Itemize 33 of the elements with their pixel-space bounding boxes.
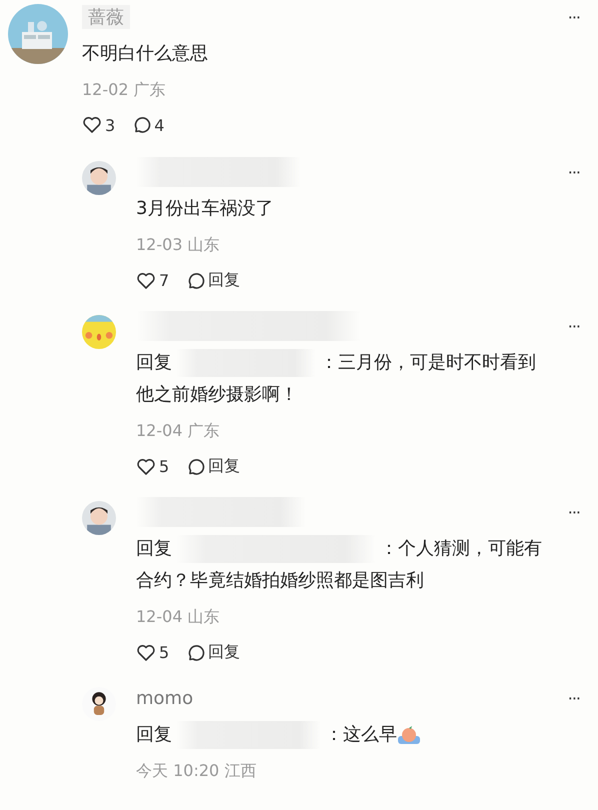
reply-label: 回复	[136, 351, 172, 375]
like-button[interactable]: 3	[82, 115, 116, 135]
heart-icon	[136, 270, 156, 290]
reply-button[interactable]: 回复	[185, 642, 240, 663]
comment-meta: 12-02 广东	[82, 80, 167, 101]
comment-text: 合约？毕竟结婚拍婚纱照都是图吉利	[136, 569, 424, 593]
reply-button[interactable]: 回复	[185, 270, 240, 291]
more-button[interactable]: ···	[568, 502, 580, 522]
comment-text: 不明白什么意思	[82, 42, 209, 66]
more-button[interactable]: ···	[568, 316, 580, 336]
comment-text: 他之前婚纱摄影啊！	[136, 383, 298, 407]
comment-text: ：三月份，可是时不时看到	[320, 351, 536, 375]
comment-text: ：这么早	[325, 723, 397, 747]
more-button[interactable]: ···	[568, 162, 580, 182]
heart-icon	[136, 642, 156, 662]
reply-label: 回复	[136, 723, 172, 747]
comment-text: ：个人猜测，可能有	[380, 537, 542, 561]
user-name[interactable]: momo	[136, 688, 194, 708]
comment-meta: 12-04 山东	[136, 607, 221, 628]
like-button[interactable]: 7	[136, 270, 170, 291]
comment-meta: 12-04 广东	[136, 421, 221, 442]
reply-button[interactable]: 回复	[185, 456, 240, 477]
comment-text: 3月份出车祸没了	[136, 197, 274, 221]
comment-meta: 12-03 山东	[136, 235, 221, 256]
comment-meta: 今天 10:20 江西	[136, 761, 258, 782]
more-button[interactable]: ···	[568, 688, 580, 708]
heart-icon	[82, 115, 102, 135]
like-button[interactable]: 5	[136, 456, 170, 477]
more-button[interactable]: ···	[568, 8, 580, 26]
reply-count-button[interactable]: 4	[131, 115, 164, 135]
like-button[interactable]: 5	[136, 642, 170, 663]
reply-label: 回复	[136, 537, 172, 561]
heart-icon	[136, 456, 156, 476]
